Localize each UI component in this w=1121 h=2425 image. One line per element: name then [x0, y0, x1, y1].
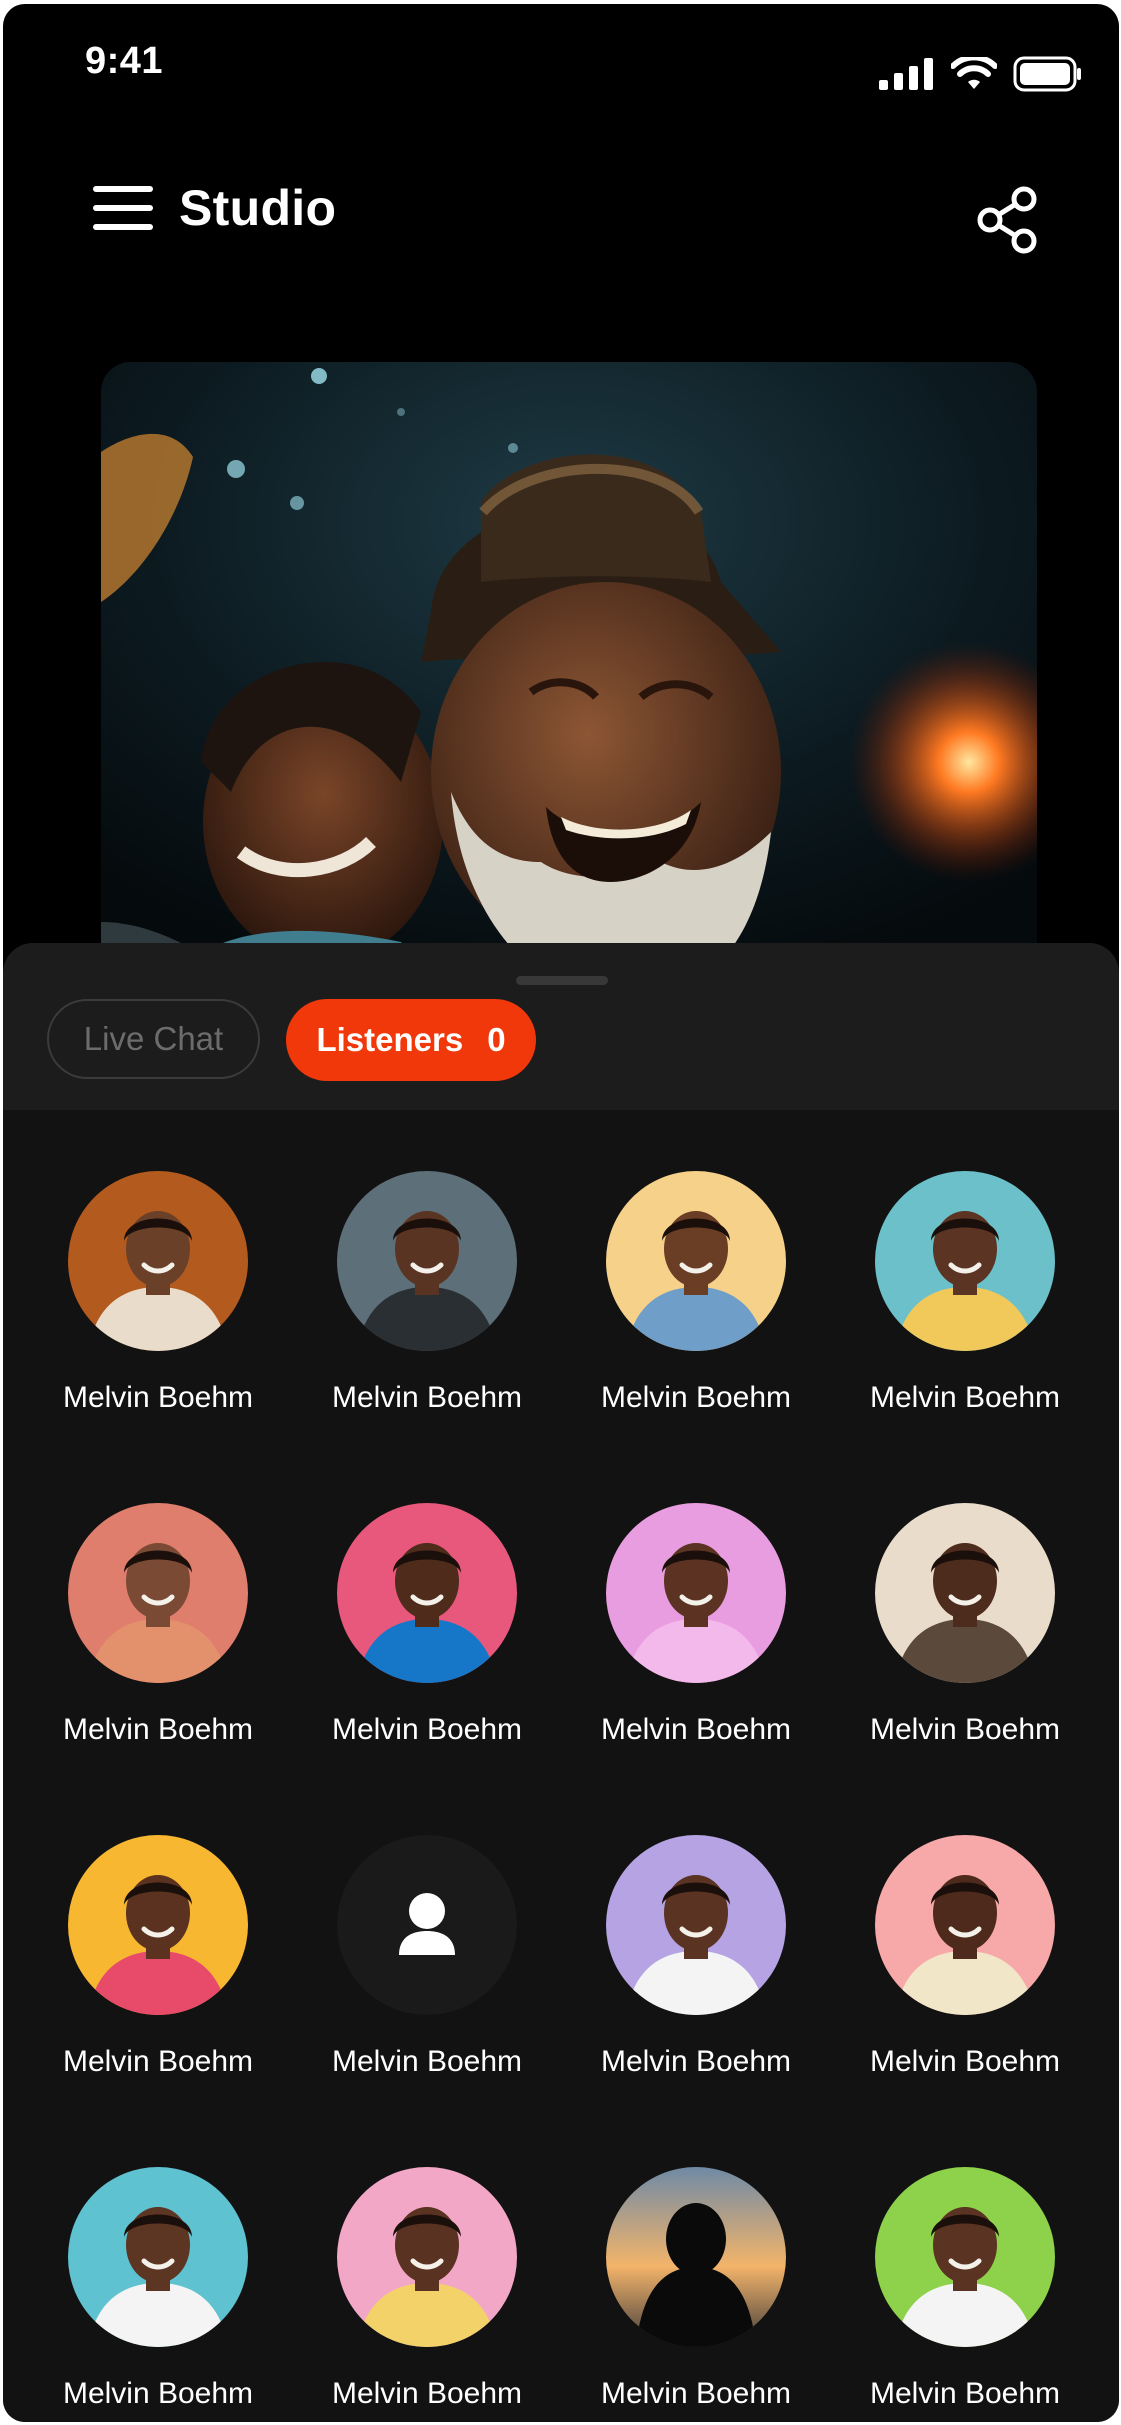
header: Studio — [91, 179, 336, 237]
listener-name: Melvin Boehm — [869, 2045, 1061, 2078]
wifi-icon — [951, 57, 997, 89]
avatar — [875, 1835, 1055, 2015]
listener-item[interactable]: Melvin Boehm — [293, 1835, 561, 2079]
tab-live-chat[interactable]: Live Chat — [47, 999, 260, 1079]
listener-name: Melvin Boehm — [62, 2377, 254, 2410]
listener-name: Melvin Boehm — [62, 1381, 254, 1414]
listener-item[interactable]: Melvin Boehm — [831, 1503, 1099, 1747]
avatar — [875, 2167, 1055, 2347]
avatar — [337, 1171, 517, 1351]
listener-name: Melvin Boehm — [331, 2377, 523, 2410]
listener-name: Melvin Boehm — [869, 1381, 1061, 1414]
listener-name: Melvin Boehm — [62, 2045, 254, 2078]
avatar — [606, 1835, 786, 2015]
tab-listeners-label: Listeners — [316, 1021, 464, 1058]
tab-live-chat-label: Live Chat — [83, 1020, 224, 1057]
video-frame-image — [101, 362, 1037, 1002]
avatar — [606, 1171, 786, 1351]
avatar — [337, 2167, 517, 2347]
listener-item[interactable]: Melvin Boehm — [562, 1171, 830, 1415]
avatar — [68, 1835, 248, 2015]
listener-name: Melvin Boehm — [62, 1713, 254, 1746]
listener-item[interactable]: Melvin Boehm — [24, 2167, 292, 2411]
status-time: 9:41 — [85, 40, 164, 82]
avatar — [68, 2167, 248, 2347]
tab-listeners[interactable]: Listeners 0 — [286, 999, 536, 1081]
listener-name: Melvin Boehm — [331, 2045, 523, 2078]
listener-name: Melvin Boehm — [600, 2377, 792, 2410]
listener-item[interactable]: Melvin Boehm — [562, 2167, 830, 2411]
hamburger-menu-icon[interactable] — [91, 182, 155, 234]
avatar — [875, 1171, 1055, 1351]
page-title: Studio — [179, 180, 337, 236]
listener-name: Melvin Boehm — [331, 1381, 523, 1414]
listener-item[interactable]: Melvin Boehm — [293, 1503, 561, 1747]
listener-item[interactable]: Melvin Boehm — [831, 1835, 1099, 2079]
avatar — [68, 1171, 248, 1351]
avatar — [875, 1503, 1055, 1683]
cellular-signal-icon — [879, 58, 933, 90]
live-video[interactable] — [101, 362, 1037, 1002]
listener-item[interactable]: Melvin Boehm — [562, 1503, 830, 1747]
listener-item[interactable]: Melvin Boehm — [831, 2167, 1099, 2411]
default-user-avatar-icon — [337, 1835, 517, 2015]
listener-item[interactable]: Melvin Boehm — [24, 1171, 292, 1415]
avatar — [606, 2167, 786, 2347]
listeners-count-badge: 0 — [487, 1021, 506, 1058]
listener-item[interactable]: Melvin Boehm — [293, 2167, 561, 2411]
listener-item[interactable]: Melvin Boehm — [24, 1835, 292, 2079]
drag-handle[interactable] — [516, 976, 608, 985]
listeners-sheet: Live Chat Listeners 0 Melvin Boehm Melvin… — [3, 943, 1119, 2422]
status-icons — [879, 56, 1083, 92]
listener-name: Melvin Boehm — [600, 2045, 792, 2078]
avatar — [606, 1503, 786, 1683]
listener-item[interactable]: Melvin Boehm — [24, 1503, 292, 1747]
phone-screen: 9:41 Studio Live Chat Listeners 0 Melvin… — [3, 4, 1119, 2422]
listener-item[interactable]: Melvin Boehm — [293, 1171, 561, 1415]
battery-icon — [1013, 56, 1081, 92]
listener-name: Melvin Boehm — [600, 1713, 792, 1746]
listener-item[interactable]: Melvin Boehm — [831, 1171, 1099, 1415]
share-icon[interactable] — [972, 185, 1042, 255]
listener-item[interactable]: Melvin Boehm — [562, 1835, 830, 2079]
avatar — [337, 1503, 517, 1683]
listener-name: Melvin Boehm — [869, 1713, 1061, 1746]
listener-name: Melvin Boehm — [331, 1713, 523, 1746]
listener-name: Melvin Boehm — [600, 1381, 792, 1414]
listener-name: Melvin Boehm — [869, 2377, 1061, 2410]
avatar — [68, 1503, 248, 1683]
